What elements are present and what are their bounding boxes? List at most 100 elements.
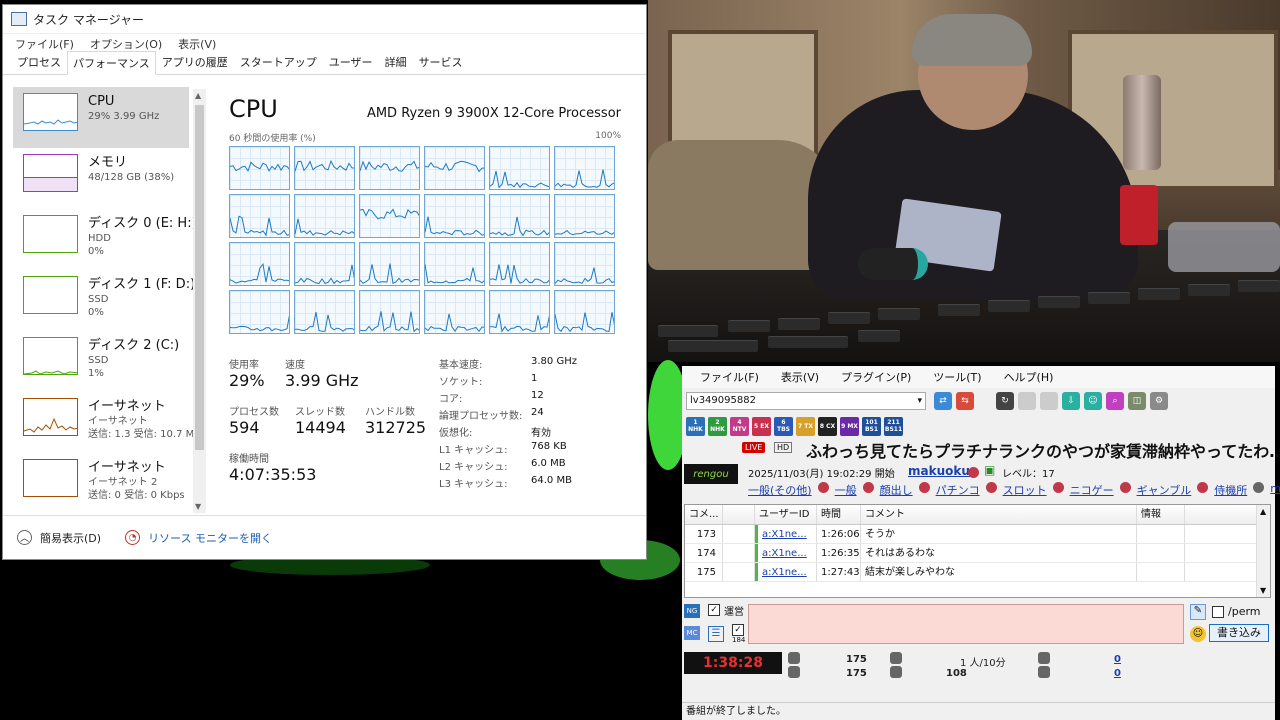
task-manager-icon (11, 12, 27, 26)
tag-link[interactable]: ギャンブル (1137, 482, 1192, 498)
sidebar-item-disk0[interactable]: ディスク 0 (E: H:) HDD 0% (13, 209, 197, 270)
graph-caption: 60 秒間の使用率 (%) (229, 134, 316, 144)
window-title: タスク マネージャー (33, 12, 144, 27)
col-info[interactable]: 情報 (1137, 505, 1185, 524)
tag-link[interactable]: ma (1270, 482, 1280, 498)
tab-performance[interactable]: パフォーマンス (67, 51, 156, 75)
comment-input[interactable] (748, 604, 1184, 644)
table-row[interactable]: 174 a:X1ne... 1:26:35 それはあるわな (685, 544, 1270, 563)
scroll-up-icon[interactable]: ▲ (195, 91, 201, 100)
viewer-menu-view[interactable]: 表示(V) (781, 369, 819, 385)
off-icon[interactable]: ◫ (1128, 392, 1146, 410)
sidebar-item-cpu[interactable]: CPU 29% 3.99 GHz (13, 87, 189, 148)
detail-key: 仮想化: (439, 428, 473, 439)
table-row[interactable]: 175 a:X1ne... 1:27:43 結末が楽しみやわな (685, 563, 1270, 582)
col-number[interactable]: コメ... (685, 505, 723, 524)
logical-processor-graph (229, 194, 290, 238)
sidebar-item-disk1[interactable]: ディスク 1 (F: D:) SSD 0% (13, 270, 195, 331)
viewer-menu-help[interactable]: ヘルプ(H) (1004, 369, 1054, 385)
emoji-icon[interactable]: ☺ (1190, 626, 1206, 642)
ng-button[interactable]: NG (684, 604, 700, 618)
tag-link[interactable]: 一般 (835, 482, 857, 498)
sidebar-scrollbar[interactable]: ▲ ▼ (193, 89, 206, 513)
channel-button[interactable]: 9 MX (840, 416, 859, 436)
channel-button[interactable]: 101 BS1 (862, 416, 881, 436)
calendar-icon: ▣ (984, 463, 996, 477)
gear-icon[interactable]: ⚙ (1150, 392, 1168, 410)
perm-checkbox[interactable] (1212, 606, 1224, 618)
col-user-id[interactable]: ユーザーID (755, 505, 817, 524)
point-link[interactable]: 0 (1114, 668, 1121, 679)
tab-app-history[interactable]: アプリの履歴 (156, 50, 234, 74)
tag-link[interactable]: スロット (1003, 482, 1047, 498)
tag-link[interactable]: 侍機所 (1214, 482, 1247, 498)
unei-checkbox[interactable]: ✓ (708, 604, 720, 616)
comment-count: 175 (846, 654, 867, 665)
collapse-icon[interactable]: ︿ (17, 530, 32, 545)
channel-button[interactable]: 2 NHK (708, 416, 727, 436)
window-titlebar[interactable]: タスク マネージャー (3, 5, 646, 33)
download-icon[interactable]: ⇩ (1062, 392, 1080, 410)
sidebar-item-memory[interactable]: メモリ 48/128 GB (38%) (13, 148, 189, 209)
tag-link[interactable]: 顔出し (880, 482, 913, 498)
simple-view-button[interactable]: 簡易表示(D) (40, 530, 101, 546)
col-blank[interactable] (723, 505, 755, 524)
list-icon[interactable]: ☰ (708, 626, 724, 642)
edit-icon[interactable]: ✎ (1190, 604, 1206, 620)
user-id-link[interactable]: a:X1ne... (755, 563, 817, 581)
users-icon[interactable]: ☺ (1084, 392, 1102, 410)
channel-button[interactable]: 6 TBS (774, 416, 793, 436)
write-button[interactable]: 書き込み (1209, 624, 1269, 642)
channel-button[interactable]: 7 TX (796, 416, 815, 436)
live-id-combo[interactable]: lv349095882 (686, 392, 926, 410)
viewer-toolbar: lv349095882 ⇄ ⇆ ↻ ⇩ ☺ ⌕ ◫ ⚙ (682, 388, 1275, 414)
scroll-down-icon[interactable]: ▼ (1260, 586, 1266, 595)
search-icon[interactable]: ⌕ (1106, 392, 1124, 410)
point-link[interactable]: 0 (1114, 654, 1121, 665)
detail-key: ソケット: (439, 377, 483, 388)
resource-monitor-link[interactable]: リソース モニターを開く (148, 530, 272, 546)
usage-value: 29% (229, 371, 265, 390)
tab-details[interactable]: 詳細 (379, 50, 413, 74)
table-row[interactable]: 173 a:X1ne... 1:26:06 そうか (685, 525, 1270, 544)
tab-services[interactable]: サービス (413, 50, 469, 74)
scroll-down-icon[interactable]: ▼ (195, 502, 201, 511)
owner-link[interactable]: makuoku (908, 464, 970, 478)
table-scrollbar[interactable]: ▲ ▼ (1256, 505, 1270, 597)
sidebar-item-ethernet2[interactable]: イーサネット イーサネット 2 送信: 0 受信: 0 Kbps (13, 453, 189, 514)
sidebar-item-ethernet[interactable]: イーサネット イーサネット 送信: 1.3 受信: 10.7 M (13, 392, 194, 453)
connect-icon[interactable]: ⇄ (934, 392, 952, 410)
tab-users[interactable]: ユーザー (323, 50, 379, 74)
help-icon[interactable] (1253, 482, 1265, 493)
channel-button[interactable]: 4 NTV (730, 416, 749, 436)
channel-button[interactable]: 211 BS11 (884, 416, 903, 436)
tab-processes[interactable]: プロセス (11, 50, 67, 74)
scrollbar-thumb[interactable] (195, 105, 204, 450)
tag-lock-icon (1119, 482, 1131, 493)
channel-button[interactable]: 5 EX (752, 416, 771, 436)
logical-processor-graph (489, 146, 550, 190)
col-time[interactable]: 時間 (817, 505, 861, 524)
sidebar-detail: イーサネット (88, 416, 148, 427)
channel-button[interactable]: 8 CX (818, 416, 837, 436)
disconnect-icon[interactable]: ⇆ (956, 392, 974, 410)
tag-link[interactable]: 一般(その他) (748, 482, 812, 498)
disabled-icon[interactable] (1018, 392, 1036, 410)
channel-button[interactable]: 1 NHK (686, 416, 705, 436)
viewer-menu-plugin[interactable]: プラグイン(P) (841, 369, 911, 385)
disabled-icon[interactable] (1040, 392, 1058, 410)
sidebar-item-disk2[interactable]: ディスク 2 (C:) SSD 1% (13, 331, 189, 392)
184-checkbox[interactable]: ✓ (732, 624, 744, 636)
refresh-icon[interactable]: ↻ (996, 392, 1014, 410)
viewer-menu-tools[interactable]: ツール(T) (933, 369, 981, 385)
scroll-up-icon[interactable]: ▲ (1260, 507, 1266, 516)
user-id-link[interactable]: a:X1ne... (755, 544, 817, 562)
tag-link[interactable]: パチンコ (936, 482, 980, 498)
mc-icon[interactable]: MC (684, 626, 700, 640)
tag-link[interactable]: ニコゲー (1070, 482, 1114, 498)
col-comment[interactable]: コメント (861, 505, 1137, 524)
viewer-menu-file[interactable]: ファイル(F) (700, 369, 759, 385)
user-id-link[interactable]: a:X1ne... (755, 525, 817, 543)
menu-options[interactable]: オプション(O) (90, 36, 162, 52)
tab-startup[interactable]: スタートアップ (234, 50, 323, 74)
